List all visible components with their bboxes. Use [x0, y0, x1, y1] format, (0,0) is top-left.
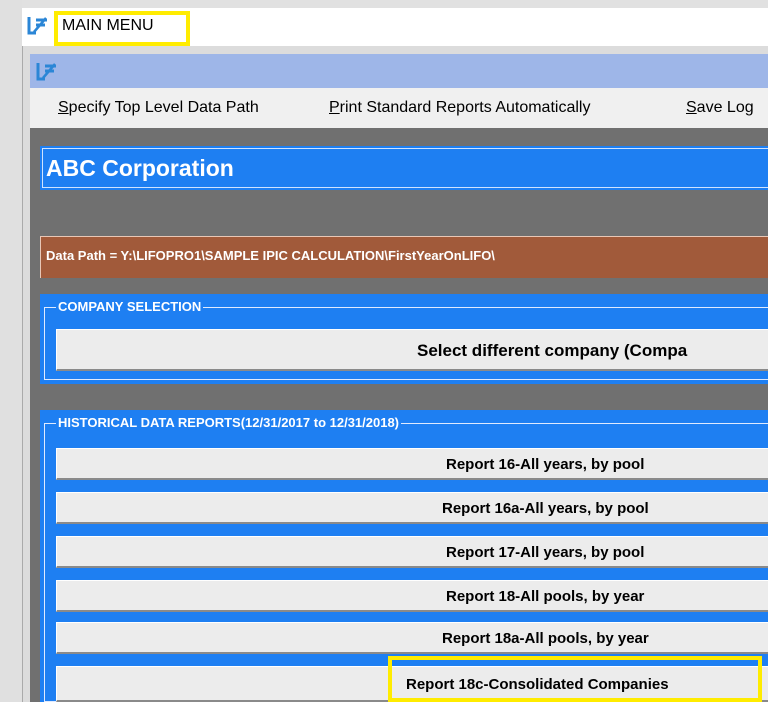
menu-save-log[interactable]: Save Log: [686, 99, 754, 117]
report-18-label: Report 18-All pools, by year: [446, 588, 645, 605]
report-18a-button[interactable]: [56, 622, 768, 654]
report-18-button[interactable]: [56, 580, 768, 612]
historical-reports-label: HISTORICAL DATA REPORTS(12/31/2017 to 12…: [56, 415, 402, 430]
data-path-text: Data Path = Y:\LIFOPRO1\SAMPLE IPIC CALC…: [46, 248, 495, 263]
outer-window-edge: [0, 0, 22, 702]
report-16a-button[interactable]: [56, 492, 768, 524]
select-company-button-label: Select different company (Compa: [417, 341, 688, 360]
report-17-label: Report 17-All years, by pool: [446, 544, 645, 561]
report-17-button[interactable]: [56, 536, 768, 568]
report-16a-label: Report 16a-All years, by pool: [442, 500, 649, 517]
inner-title-bar: [30, 54, 768, 88]
menu-print-standard-reports[interactable]: Print Standard Reports Automatically: [329, 99, 590, 117]
report-18a-label: Report 18a-All pools, by year: [442, 630, 649, 647]
report-18c-highlight-box: [388, 656, 762, 702]
company-name: ABC Corporation: [46, 155, 234, 181]
window-title: MAIN MENU: [62, 17, 154, 34]
lifopro-logo-icon: [27, 14, 49, 36]
menu-specify-data-path[interactable]: Specify Top Level Data Path: [58, 99, 259, 117]
report-16-button[interactable]: [56, 448, 768, 480]
company-selection-label: COMPANY SELECTION: [56, 299, 204, 314]
lifopro-logo-icon: [35, 60, 59, 82]
report-16-label: Report 16-All years, by pool: [446, 456, 645, 473]
